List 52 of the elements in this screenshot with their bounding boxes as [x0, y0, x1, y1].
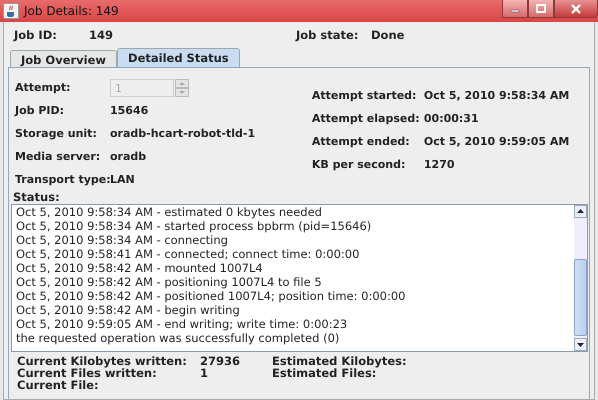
field-label: Estimated Files:: [272, 367, 376, 379]
log-line: the requested operation was successfully completed (0): [16, 331, 340, 345]
field-value: Oct 5, 2010 9:58:34 AM: [424, 89, 570, 102]
field-label: Attempt elapsed:: [312, 112, 421, 125]
maximize-icon: [536, 4, 546, 13]
log-line: Oct 5, 2010 9:58:42 AM - begin writing: [16, 303, 241, 317]
field-value: 27936: [200, 355, 242, 367]
field-label: KB per second:: [312, 158, 406, 171]
minimize-button[interactable]: [502, 0, 528, 18]
field-value: oradb: [110, 150, 146, 163]
field-label: Transport type:: [15, 173, 110, 186]
maximize-button[interactable]: [528, 0, 554, 18]
field-value: 00:00:31: [424, 112, 479, 125]
field-value: oradb-hcart-robot-tld-1: [110, 127, 256, 140]
field-label: Attempt ended:: [312, 135, 411, 148]
window-title: Job Details: 149: [24, 4, 119, 18]
field-value: 1270: [424, 158, 455, 171]
field-label: Current Files written:: [17, 367, 158, 379]
field-label: Job ID:: [14, 28, 58, 42]
field-label: Job PID:: [15, 104, 66, 117]
coffee-cup-icon: [3, 3, 19, 19]
field-label: Attempt:: [15, 81, 72, 94]
scroll-thumb[interactable]: [574, 258, 587, 336]
field-value: Oct 5, 2010 9:59:05 AM: [424, 135, 570, 148]
field-label: Job state:: [296, 28, 360, 42]
log-line: Oct 5, 2010 9:58:41 AM - connected; connect time: 0:00:00: [16, 247, 360, 261]
field-label: Attempt started:: [312, 89, 418, 102]
field-value: 149: [89, 28, 114, 42]
log-line: Oct 5, 2010 9:58:34 AM - connecting: [16, 233, 229, 247]
field-value: 1: [200, 367, 210, 379]
log-line: Oct 5, 2010 9:59:05 AM - end writing; write time: 0:00:23: [16, 317, 348, 331]
field-value: Done: [371, 28, 404, 42]
log-line: Oct 5, 2010 9:58:42 AM - positioned 1007L4; position time: 0:00:00: [16, 289, 406, 303]
field-value: 15646: [110, 104, 148, 117]
log-line: Oct 5, 2010 9:58:34 AM - started process bpbrm (pid=15646): [16, 219, 372, 233]
log-line: Oct 5, 2010 9:58:42 AM - positioning 1007L4 to file 5: [16, 275, 323, 289]
log-line: Oct 5, 2010 9:58:42 AM - mounted 1007L4: [16, 261, 264, 275]
scroll-down-icon: [574, 338, 587, 351]
field-label: Current File:: [17, 379, 100, 391]
tab[interactable]: Detailed Status: [117, 48, 240, 67]
field-label: Estimated Kilobytes:: [272, 355, 407, 367]
field-label: Current Kilobytes written:: [17, 355, 188, 367]
tab[interactable]: Job Overview: [10, 50, 118, 67]
close-button[interactable]: [554, 0, 598, 18]
scrollbar[interactable]: [574, 205, 587, 351]
log-line: Oct 5, 2010 9:58:34 AM - estimated 0 kbytes needed: [16, 205, 323, 219]
field-value: LAN: [110, 173, 135, 186]
field-label: Media server:: [15, 150, 102, 163]
status-label: Status:: [12, 191, 61, 204]
scroll-up-icon: [574, 205, 587, 218]
field-label: Storage unit:: [15, 127, 98, 140]
close-icon: [570, 4, 582, 14]
